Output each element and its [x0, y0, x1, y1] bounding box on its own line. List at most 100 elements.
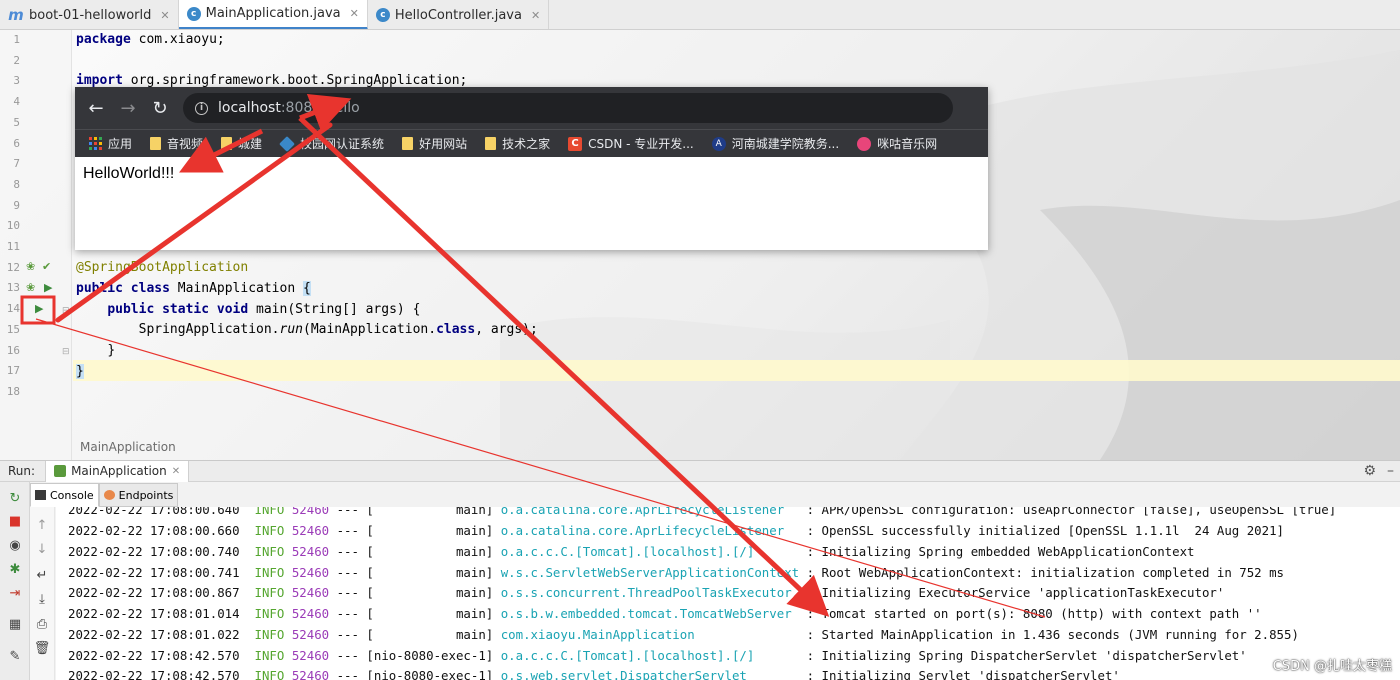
- current-line-highlight: [73, 360, 1400, 381]
- close-icon[interactable]: ✕: [160, 9, 169, 22]
- code-line-12: @SpringBootApplication: [76, 260, 249, 275]
- tab-boot-01-helloworld[interactable]: m boot-01-helloworld ✕: [0, 0, 179, 29]
- layout-icon[interactable]: ▦: [5, 614, 25, 634]
- tab-console[interactable]: Console: [30, 483, 99, 507]
- folder-icon: [221, 137, 233, 150]
- run-gutter-icon[interactable]: ▶: [44, 281, 52, 294]
- minimize-icon[interactable]: –: [1387, 463, 1394, 479]
- log-timestamp: 2022-02-22 17:08:00.867: [68, 585, 240, 600]
- log-timestamp: 2022-02-22 17:08:01.014: [68, 606, 240, 621]
- log-logger: o.a.c.c.C.[Tomcat].[localhost].[/]: [500, 648, 800, 663]
- log-thread: main]: [373, 507, 494, 517]
- scroll-down-icon[interactable]: ↓: [32, 539, 52, 559]
- code-text: }: [107, 343, 116, 358]
- log-line: 2022-02-22 17:08:00.660 INFO 52460 --- […: [68, 523, 1284, 543]
- trash-icon[interactable]: 🗑: [32, 638, 52, 658]
- log-level: INFO: [254, 648, 285, 663]
- spring-config-icon[interactable]: ✔: [42, 260, 51, 273]
- run-toolbar: ↻ ■ ◉ ✱ ⇥ ▦ ✎: [0, 482, 30, 680]
- back-arrow-icon[interactable]: ←: [81, 93, 111, 123]
- exit-icon[interactable]: ⇥: [5, 583, 25, 603]
- globe-icon: [279, 135, 295, 152]
- log-sep: --- [: [329, 606, 374, 621]
- log-timestamp: 2022-02-22 17:08:42.570: [68, 668, 240, 680]
- gear-icon[interactable]: ⚙: [1363, 463, 1376, 479]
- tab-label: boot-01-helloworld: [29, 7, 152, 23]
- log-sep: --- [: [329, 523, 374, 538]
- code-text: MainApplication: [169, 281, 303, 296]
- code-text: (MainApplication.: [303, 322, 437, 337]
- bookmark-folder[interactable]: 音视频: [150, 135, 203, 152]
- log-thread: main]: [373, 544, 494, 559]
- console-output[interactable]: 2022-02-22 17:08:00.640 INFO 52460 --- […: [56, 507, 1400, 680]
- address-bar[interactable]: i localhost:8080/hello: [183, 93, 953, 123]
- run-config-tab[interactable]: MainApplication ✕: [45, 460, 190, 482]
- fold-icon[interactable]: ⊟: [62, 347, 70, 357]
- bookmark-csdn[interactable]: C CSDN - 专业开发...: [568, 135, 694, 152]
- log-sep: --- [: [329, 507, 374, 517]
- bookmark-link[interactable]: 校园网认证系统: [279, 135, 384, 152]
- debug-icon[interactable]: ✱: [5, 559, 25, 579]
- bookmark-label: 好用网站: [419, 137, 468, 151]
- code-line-1: package com.xiaoyu;: [76, 32, 225, 47]
- close-icon[interactable]: ✕: [531, 9, 540, 22]
- bookmark-apps[interactable]: 应用: [89, 135, 132, 152]
- log-pid: 52460: [291, 585, 330, 600]
- tab-main-application[interactable]: c MainApplication.java ✕: [178, 0, 368, 29]
- run-main-gutter-icon[interactable]: ▶: [35, 302, 43, 315]
- bookmark-link[interactable]: A 河南城建学院教务...: [711, 135, 839, 152]
- log-line: 2022-02-22 17:08:01.014 INFO 52460 --- […: [68, 606, 1262, 626]
- breadcrumb[interactable]: MainApplication: [80, 440, 176, 454]
- camera-icon[interactable]: ◉: [5, 535, 25, 555]
- school-logo-icon: A: [711, 136, 726, 151]
- stop-icon[interactable]: ■: [5, 511, 25, 531]
- csdn-logo-icon: C: [568, 136, 583, 151]
- spring-bean-icon[interactable]: ❀: [26, 260, 35, 273]
- log-timestamp: 2022-02-22 17:08:00.740: [68, 544, 240, 559]
- fold-icon[interactable]: ⊟: [62, 306, 70, 316]
- code-line-16: }: [76, 343, 115, 358]
- log-thread: nio-8080-exec-1]: [373, 668, 494, 680]
- log-line: 2022-02-22 17:08:00.867 INFO 52460 --- […: [68, 585, 1224, 605]
- pin-icon[interactable]: ✎: [5, 646, 25, 666]
- close-icon[interactable]: ✕: [350, 7, 359, 20]
- log-sep: --- [: [329, 627, 374, 642]
- line-number: 3: [13, 74, 20, 87]
- bookmark-label: 咪咕音乐网: [877, 137, 938, 151]
- bookmark-folder[interactable]: 技术之家: [485, 135, 550, 152]
- bookmark-folder[interactable]: 城建: [221, 135, 262, 152]
- forward-arrow-icon[interactable]: →: [113, 93, 143, 123]
- bookmark-link[interactable]: 咪咕音乐网: [857, 135, 937, 152]
- bookmark-folder[interactable]: 好用网站: [402, 135, 467, 152]
- scroll-up-icon[interactable]: ↑: [32, 515, 52, 535]
- maven-module-icon: m: [8, 6, 24, 24]
- editor-gutter: 1 2 3 4 5 6 7 8 9 10 11 12 13 14 15 16 1…: [0, 30, 72, 460]
- keyword: public static void: [107, 302, 249, 317]
- reload-icon[interactable]: ↻: [145, 93, 175, 123]
- log-thread: main]: [373, 585, 494, 600]
- log-logger: o.a.c.c.C.[Tomcat].[localhost].[/]: [500, 544, 800, 559]
- log-sep: --- [: [329, 565, 374, 580]
- print-icon[interactable]: ⎙: [32, 614, 52, 634]
- log-logger: w.s.c.ServletWebServerApplicationContext: [500, 565, 800, 580]
- log-timestamp: 2022-02-22 17:08:00.741: [68, 565, 240, 580]
- spring-bean-icon[interactable]: ❀: [26, 281, 35, 294]
- scroll-to-end-icon[interactable]: ⤓: [32, 589, 52, 609]
- log-pid: 52460: [291, 523, 330, 538]
- info-icon[interactable]: i: [195, 101, 208, 115]
- editor-tab-bar: m boot-01-helloworld ✕ c MainApplication…: [0, 0, 1400, 30]
- log-message: : APR/OpenSSL configuration: useAprConne…: [799, 507, 1337, 517]
- code-text: main(String[] args) {: [248, 302, 421, 317]
- soft-wrap-icon[interactable]: ↵: [32, 565, 52, 585]
- tab-hello-controller[interactable]: c HelloController.java ✕: [368, 0, 550, 29]
- matched-brace: }: [76, 364, 84, 379]
- rerun-icon[interactable]: ↻: [5, 488, 25, 508]
- log-level: INFO: [254, 565, 285, 580]
- log-timestamp: 2022-02-22 17:08:00.640: [68, 507, 240, 517]
- log-logger: o.s.b.w.embedded.tomcat.TomcatWebServer: [500, 606, 800, 621]
- log-thread: main]: [373, 606, 494, 621]
- tab-endpoints[interactable]: Endpoints: [98, 483, 179, 507]
- close-icon[interactable]: ✕: [172, 466, 180, 477]
- tab-label: MainApplication.java: [205, 6, 341, 21]
- log-pid: 52460: [291, 668, 330, 680]
